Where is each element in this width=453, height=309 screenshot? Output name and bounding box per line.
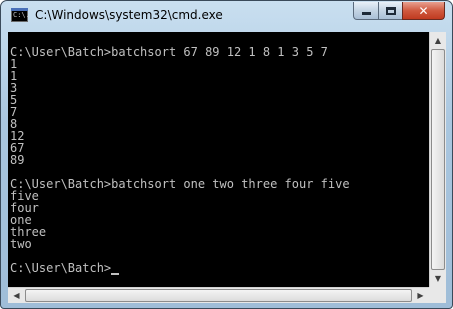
close-button[interactable]: ✕ xyxy=(402,2,445,20)
arrow-left-icon: ◀ xyxy=(13,291,20,300)
console-output-line: two xyxy=(10,237,32,251)
maximize-icon xyxy=(385,6,396,15)
arrow-down-icon: ▼ xyxy=(434,274,442,283)
console-output[interactable]: C:\User\Batch>batchsort 67 89 12 1 8 1 3… xyxy=(8,32,429,287)
console-output-line: 89 xyxy=(10,153,25,167)
scroll-right-button[interactable]: ▶ xyxy=(412,288,429,303)
horizontal-scroll-thumb[interactable] xyxy=(25,289,412,302)
window-title: C:\Windows\system32\cmd.exe xyxy=(35,8,223,22)
console-prompt-line: C:\User\Batch>batchsort 67 89 12 1 8 1 3… xyxy=(10,45,328,59)
cmd-window: C:\. C:\Windows\system32\cmd.exe ✕ C:\Us… xyxy=(0,0,453,309)
scroll-down-button[interactable]: ▼ xyxy=(430,270,446,287)
console-icon[interactable]: C:\. xyxy=(11,8,30,22)
vertical-scrollbar[interactable]: ▲ ▼ xyxy=(429,32,446,287)
maximize-button[interactable] xyxy=(378,2,403,20)
title-bar[interactable]: C:\. C:\Windows\system32\cmd.exe ✕ xyxy=(1,1,452,31)
resize-grip[interactable] xyxy=(429,287,446,303)
close-icon: ✕ xyxy=(418,3,429,18)
console-prompt-line: C:\User\Batch>batchsort one two three fo… xyxy=(10,177,350,191)
arrow-right-icon: ▶ xyxy=(417,291,424,300)
scroll-left-button[interactable]: ◀ xyxy=(8,288,25,303)
minimize-icon xyxy=(361,12,371,15)
console-prompt-line: C:\User\Batch> xyxy=(10,262,120,275)
arrow-up-icon: ▲ xyxy=(434,36,442,45)
text-cursor xyxy=(111,273,120,275)
scroll-up-button[interactable]: ▲ xyxy=(430,32,446,49)
vertical-scroll-thumb[interactable] xyxy=(431,49,445,270)
horizontal-scrollbar[interactable]: ◀ ▶ xyxy=(8,287,429,303)
minimize-button[interactable] xyxy=(353,2,379,20)
